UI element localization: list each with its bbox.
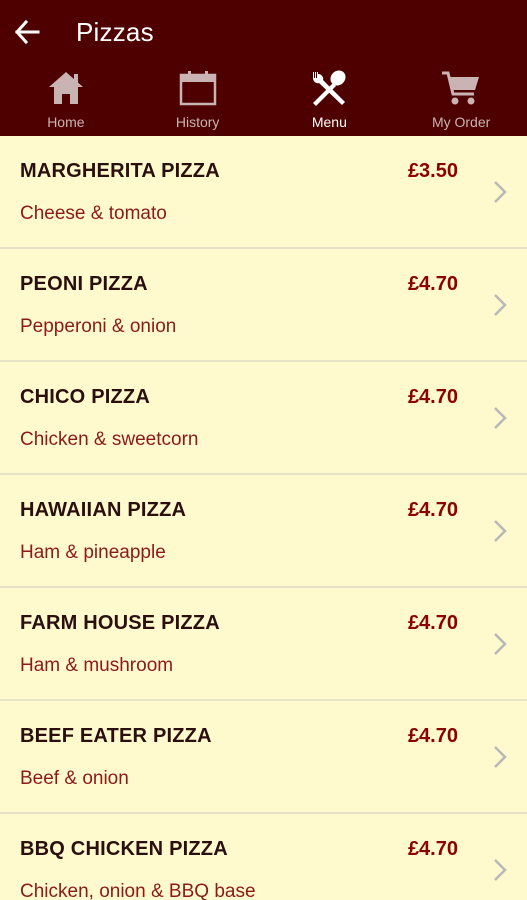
menu-list: MARGHERITA PIZZA £3.50 Cheese & tomato P…	[0, 136, 527, 900]
app: Pizzas Home History Menu My Order MARGHE…	[0, 0, 527, 900]
page-title: Pizzas	[76, 16, 154, 47]
chevron-right-icon	[494, 633, 507, 655]
chevron-right-icon	[494, 520, 507, 542]
item-name: HAWAIIAN PIZZA	[20, 499, 187, 521]
tab-menu[interactable]: Menu	[264, 64, 396, 136]
tab-menu-label: Menu	[311, 114, 347, 130]
menu-item-chico[interactable]: CHICO PIZZA £4.70 Chicken & sweetcorn	[0, 362, 527, 475]
menu-item-peoni[interactable]: PEONI PIZZA £4.70 Pepperoni & onion	[0, 249, 527, 362]
tab-my-order[interactable]: My Order	[395, 64, 527, 136]
app-header: Pizzas Home History Menu My Order	[0, 0, 527, 136]
chevron-right-icon	[494, 859, 507, 881]
item-price: £4.70	[407, 612, 458, 634]
back-button[interactable]	[0, 7, 50, 57]
item-price: £4.70	[407, 725, 458, 747]
item-name: BBQ CHICKEN PIZZA	[20, 838, 228, 860]
home-icon	[48, 72, 83, 104]
tab-history[interactable]: History	[132, 64, 264, 136]
menu-item-margherita[interactable]: MARGHERITA PIZZA £3.50 Cheese & tomato	[0, 136, 527, 249]
item-price: £4.70	[407, 273, 458, 295]
item-name: BEEF EATER PIZZA	[20, 725, 212, 747]
item-price: £4.70	[407, 499, 458, 521]
tab-history-label: History	[175, 114, 220, 130]
tab-home[interactable]: Home	[0, 64, 132, 136]
item-price: £4.70	[407, 386, 458, 408]
item-description: Chicken, onion & BBQ base	[20, 881, 256, 900]
chevron-right-icon	[494, 181, 507, 203]
menu-item-bbq-chicken[interactable]: BBQ CHICKEN PIZZA £4.70 Chicken, onion &…	[0, 814, 527, 900]
item-name: PEONI PIZZA	[20, 273, 148, 295]
item-price: £3.50	[407, 160, 458, 182]
item-description: Beef & onion	[20, 768, 129, 789]
item-description: Ham & pineapple	[20, 542, 166, 563]
tab-my-order-label: My Order	[431, 114, 491, 130]
item-name: MARGHERITA PIZZA	[20, 160, 220, 182]
fork-spoon-icon	[313, 70, 346, 106]
chevron-right-icon	[494, 746, 507, 768]
chevron-right-icon	[494, 294, 507, 316]
menu-item-farm-house[interactable]: FARM HOUSE PIZZA £4.70 Ham & mushroom	[0, 588, 527, 701]
item-description: Cheese & tomato	[20, 203, 167, 224]
item-description: Pepperoni & onion	[20, 316, 177, 337]
back-arrow-icon	[14, 19, 40, 45]
tab-home-label: Home	[47, 114, 85, 130]
title-bar: Pizzas	[0, 0, 527, 64]
item-price: £4.70	[407, 838, 458, 860]
item-name: CHICO PIZZA	[20, 386, 150, 408]
chevron-right-icon	[494, 407, 507, 429]
item-description: Ham & mushroom	[20, 655, 174, 676]
item-name: FARM HOUSE PIZZA	[20, 612, 220, 634]
calendar-icon	[179, 71, 216, 106]
menu-item-beef-eater[interactable]: BEEF EATER PIZZA £4.70 Beef & onion	[0, 701, 527, 814]
item-description: Chicken & sweetcorn	[20, 429, 199, 450]
menu-item-hawaiian[interactable]: HAWAIIAN PIZZA £4.70 Ham & pineapple	[0, 475, 527, 588]
tab-bar: Home History Menu My Order	[0, 64, 527, 136]
cart-icon	[442, 71, 480, 105]
